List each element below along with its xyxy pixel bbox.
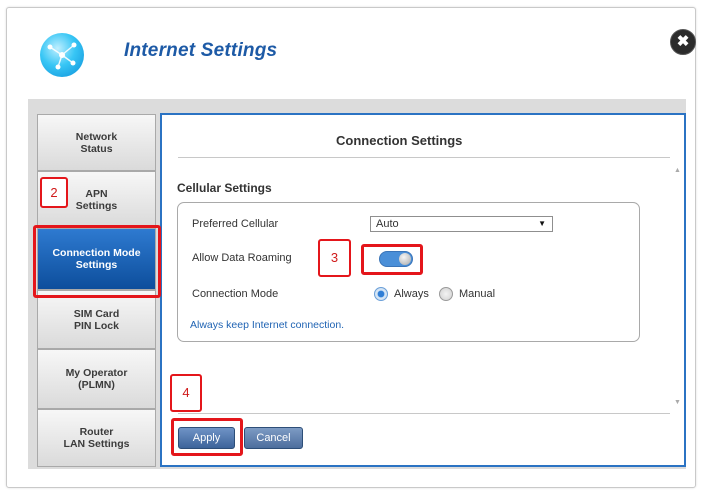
highlight-connection-mode <box>33 225 161 298</box>
sidebar-item-label: My Operator (PLMN) <box>65 367 128 391</box>
preferred-cellular-label: Preferred Cellular <box>192 218 279 230</box>
connection-mode-manual-radio[interactable] <box>439 287 453 301</box>
chevron-down-icon: ▼ <box>538 219 546 228</box>
dialog-title: Internet Settings <box>124 40 278 61</box>
connection-mode-always-label[interactable]: Always <box>394 288 429 300</box>
sidebar-item-label: APN Settings <box>75 187 118 212</box>
sidebar-item-label: Network Status <box>75 130 118 155</box>
step-marker-3: 3 <box>318 239 351 277</box>
dialog-header: Internet Settings ✖ <box>7 8 696 102</box>
sidebar-item-network-status[interactable]: Network Status <box>37 114 156 171</box>
sidebar-item-label: Router LAN Settings <box>63 426 130 450</box>
preferred-cellular-value: Auto <box>376 218 399 230</box>
preferred-cellular-select[interactable]: Auto ▼ <box>370 216 553 232</box>
globe-icon <box>40 33 84 77</box>
sidebar-item-router-lan-settings[interactable]: Router LAN Settings <box>37 409 156 467</box>
sidebar-item-my-operator[interactable]: My Operator (PLMN) <box>37 349 156 409</box>
connection-mode-hint: Always keep Internet connection. <box>190 319 345 331</box>
connection-settings-panel: Connection Settings Cellular Settings ▲ … <box>160 113 686 467</box>
sidebar-item-label: SIM Card PIN Lock <box>73 307 120 332</box>
scrollbar[interactable]: ▲ ▼ <box>673 165 683 411</box>
highlight-data-roaming <box>361 244 423 275</box>
section-heading: Cellular Settings <box>177 181 272 195</box>
step-marker-2: 2 <box>40 177 68 208</box>
close-icon[interactable]: ✖ <box>670 29 696 55</box>
scroll-down-icon[interactable]: ▼ <box>674 399 681 406</box>
step-marker-4: 4 <box>170 374 202 412</box>
connection-mode-always-radio[interactable] <box>374 287 388 301</box>
connection-mode-manual-label[interactable]: Manual <box>459 288 495 300</box>
divider <box>178 157 670 158</box>
panel-title: Connection Settings <box>336 133 463 148</box>
connection-mode-label: Connection Mode <box>192 288 279 300</box>
scroll-up-icon[interactable]: ▲ <box>674 167 681 174</box>
cancel-button[interactable]: Cancel <box>244 427 303 449</box>
data-roaming-label: Allow Data Roaming <box>192 252 292 264</box>
divider <box>178 413 670 414</box>
sidebar-item-sim-card-pin-lock[interactable]: SIM Card PIN Lock <box>37 290 156 349</box>
highlight-apply <box>171 418 243 456</box>
